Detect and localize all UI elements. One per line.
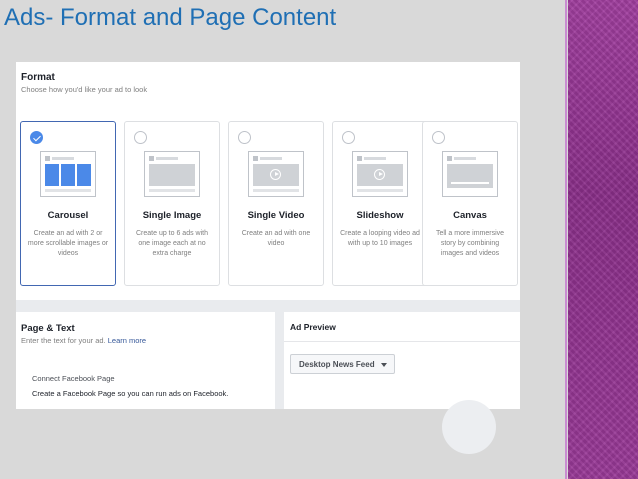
format-card-desc: Create an ad with 2 or more scrollable i… xyxy=(27,230,109,257)
play-icon xyxy=(270,169,281,180)
format-card-title: Single Video xyxy=(247,210,305,221)
connect-page-description: Create a Facebook Page so you can run ad… xyxy=(32,389,229,398)
learn-more-link[interactable]: Learn more xyxy=(108,336,146,345)
decorative-divider xyxy=(565,0,567,479)
format-card-single-video[interactable]: Single Video Create an ad with one video xyxy=(228,121,324,286)
page-text-title: Page & Text xyxy=(21,323,75,334)
page-text-panel: Page & Text Enter the text for your ad. … xyxy=(16,312,275,409)
ads-manager-screenshot: Format Choose how you'd like your ad to … xyxy=(16,62,520,454)
format-card-desc: Create an ad with one video xyxy=(241,230,311,247)
canvas-thumbnail-icon xyxy=(442,151,498,197)
preview-placeholder xyxy=(442,400,496,454)
checkmark-icon[interactable] xyxy=(30,131,43,144)
radio-icon[interactable] xyxy=(238,131,251,144)
slideshow-thumbnail-icon xyxy=(352,151,408,197)
format-subtitle: Choose how you'd like your ad to look xyxy=(21,85,148,94)
placement-dropdown-label: Desktop News Feed xyxy=(299,360,375,369)
format-card-single-image[interactable]: Single Image Create up to 6 ads with one… xyxy=(124,121,220,286)
format-panel: Format Choose how you'd like your ad to … xyxy=(16,62,520,300)
page-text-subtitle: Enter the text for your ad. Learn more xyxy=(21,336,146,345)
caret-down-icon xyxy=(381,363,387,367)
play-icon xyxy=(374,169,385,180)
format-title: Format xyxy=(21,72,55,83)
format-card-title: Single Image xyxy=(142,210,202,221)
image-thumbnail-icon xyxy=(144,151,200,197)
page-text-subtitle-text: Enter the text for your ad. xyxy=(21,336,106,345)
format-card-title: Carousel xyxy=(47,210,89,221)
carousel-thumbnail-icon xyxy=(40,151,96,197)
format-card-desc: Tell a more immersive story by combining… xyxy=(435,230,505,257)
ad-preview-title: Ad Preview xyxy=(290,322,336,332)
format-card-title: Slideshow xyxy=(356,210,404,221)
format-card-slideshow[interactable]: Slideshow Create a looping video ad with… xyxy=(332,121,428,286)
format-card-canvas[interactable]: Canvas Tell a more immersive story by co… xyxy=(422,121,518,286)
format-card-carousel[interactable]: Carousel Create an ad with 2 or more scr… xyxy=(20,121,116,286)
placement-dropdown[interactable]: Desktop News Feed xyxy=(290,354,395,374)
connect-page-title: Connect Facebook Page xyxy=(32,374,115,383)
radio-icon[interactable] xyxy=(134,131,147,144)
divider xyxy=(284,341,520,342)
radio-icon[interactable] xyxy=(342,131,355,144)
decorative-band xyxy=(568,0,638,479)
video-thumbnail-icon xyxy=(248,151,304,197)
ad-preview-panel: Ad Preview Desktop News Feed xyxy=(284,312,520,454)
format-card-desc: Create up to 6 ads with one image each a… xyxy=(136,230,208,257)
format-card-title: Canvas xyxy=(453,210,487,221)
slide-title: Ads- Format and Page Content xyxy=(4,4,337,31)
radio-icon[interactable] xyxy=(432,131,445,144)
format-card-desc: Create a looping video ad with up to 10 … xyxy=(340,230,420,247)
